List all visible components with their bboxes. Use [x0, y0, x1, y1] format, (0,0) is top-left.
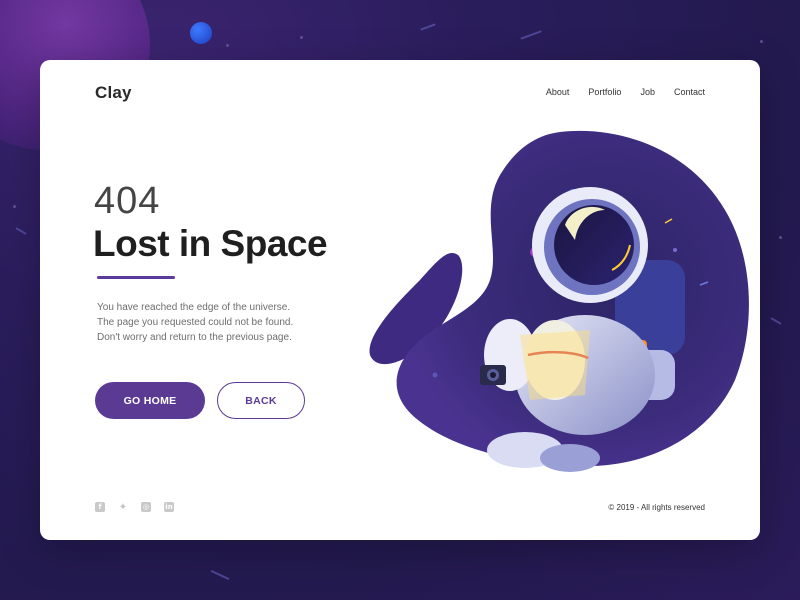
error-code: 404: [94, 180, 161, 222]
shooting-star: [210, 569, 230, 581]
twitter-icon[interactable]: ✦: [118, 502, 128, 513]
moon-decoration: [190, 22, 212, 44]
star: [13, 205, 16, 208]
shooting-star: [520, 30, 542, 40]
nav-portfolio[interactable]: Portfolio: [588, 87, 621, 97]
blob-star: [432, 372, 438, 378]
nav-contact[interactable]: Contact: [674, 87, 705, 97]
shooting-star: [15, 227, 27, 235]
facebook-icon[interactable]: f: [95, 502, 105, 512]
title-underline: [97, 276, 175, 279]
instagram-icon[interactable]: ◎: [141, 502, 151, 512]
back-button[interactable]: BACK: [217, 382, 305, 419]
shooting-star: [420, 23, 436, 31]
nav-job[interactable]: Job: [640, 87, 655, 97]
brand-logo[interactable]: Clay: [95, 83, 132, 103]
linkedin-icon[interactable]: in: [164, 502, 174, 512]
star: [226, 44, 229, 47]
go-home-button[interactable]: GO HOME: [95, 382, 205, 419]
star: [760, 40, 763, 43]
description-line: The page you requested could not be foun…: [97, 317, 294, 328]
social-links: f ✦ ◎ in: [95, 502, 174, 513]
nav-about[interactable]: About: [546, 87, 570, 97]
astronaut-illustration: [369, 130, 749, 472]
blob-star: [673, 248, 677, 252]
top-nav: About Portfolio Job Contact: [546, 87, 705, 97]
description-line: You have reached the edge of the univers…: [97, 302, 291, 313]
shooting-star: [770, 317, 782, 325]
error-description: You have reached the edge of the univers…: [97, 300, 347, 345]
star: [300, 36, 303, 39]
description-line: Don't worry and return to the previous p…: [97, 332, 292, 343]
star: [779, 236, 782, 239]
copyright-text: © 2019 - All rights reserved: [608, 503, 705, 512]
page-title: Lost in Space: [93, 223, 328, 264]
error-card: Clay About Portfolio Job Contact 404 Los…: [40, 60, 760, 540]
